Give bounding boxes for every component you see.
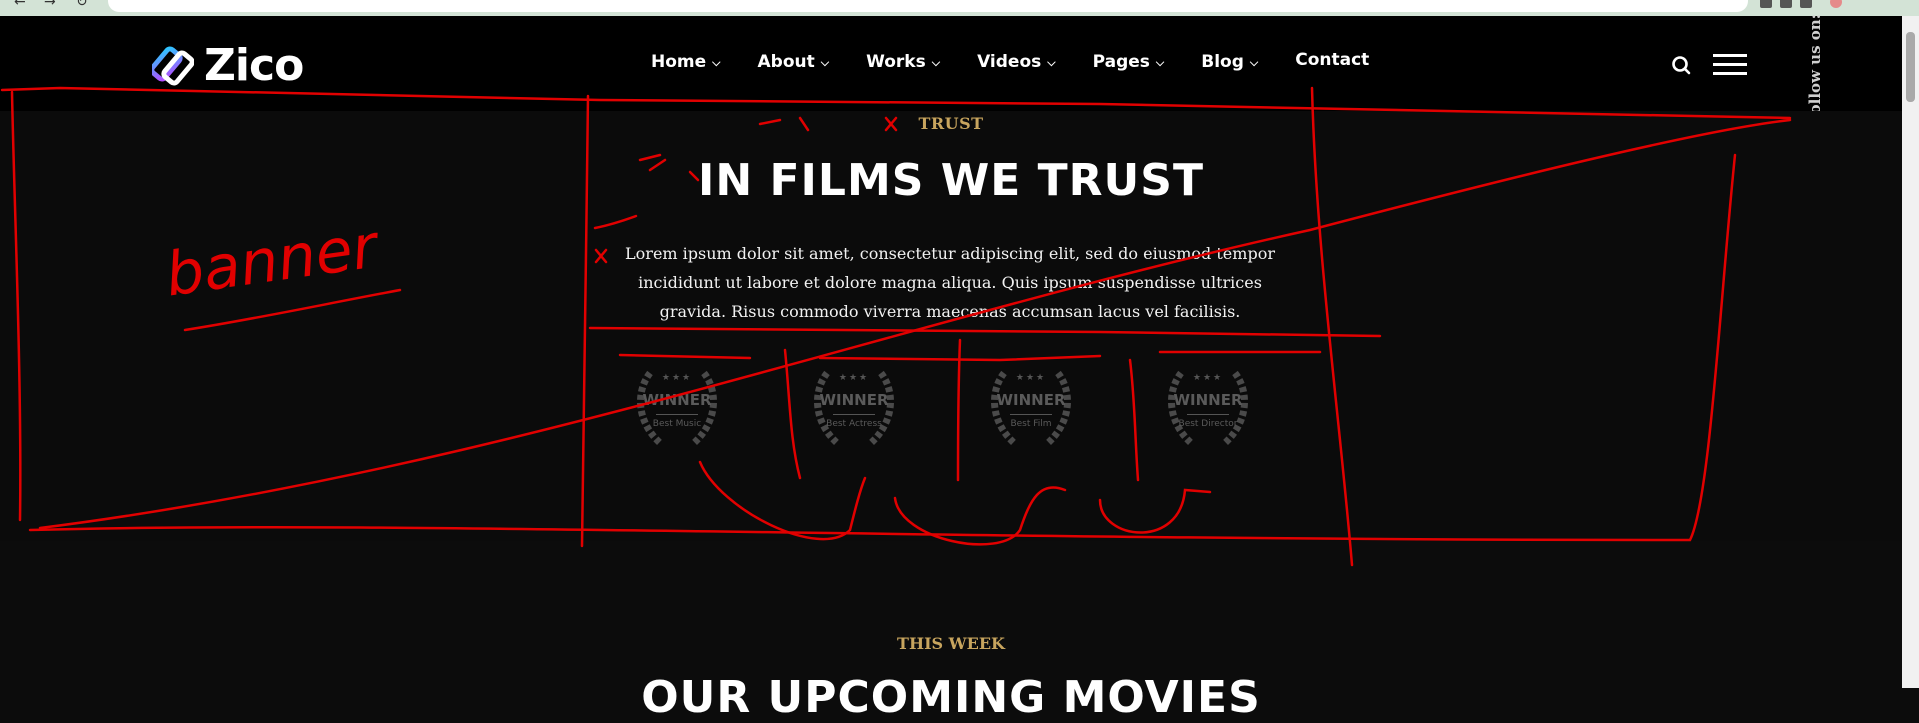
chevron-down-icon: ⌵ [712, 56, 721, 69]
divider [656, 414, 698, 415]
main-nav: Home ⌵ About ⌵ Works ⌵ Videos ⌵ Pages ⌵ Blog ⌵… [651, 50, 1406, 72]
site-header: Zico Home ⌵ About ⌵ Works ⌵ Videos ⌵ Pages ⌵ … [0, 16, 1919, 111]
award-badge: ★★★ WINNER Best Actress [807, 361, 901, 461]
extension-icon[interactable] [1760, 0, 1772, 8]
award-badge: ★★★ WINNER Best Director [1161, 361, 1255, 461]
nav-item-videos[interactable]: Videos ⌵ [977, 52, 1056, 72]
profile-avatar-icon[interactable] [1830, 0, 1842, 8]
stars-icon: ★★★ [661, 373, 693, 383]
nav-item-about[interactable]: About ⌵ [758, 52, 830, 72]
award-title: WINNER [1173, 391, 1243, 409]
award-category: Best Actress [826, 419, 882, 429]
hamburger-menu-icon[interactable] [1713, 54, 1747, 75]
stars-icon: ★★★ [1192, 373, 1224, 383]
nav-item-contact[interactable]: Contact [1295, 50, 1369, 70]
hero-title: IN FILMS WE TRUST [697, 155, 1204, 206]
award-category: Best Director [1178, 419, 1238, 429]
chevron-down-icon: ⌵ [820, 56, 830, 69]
divider [1187, 414, 1229, 415]
nav-item-home[interactable]: Home ⌵ [651, 52, 721, 72]
award-title: WINNER [819, 391, 889, 409]
award-category: Best Music [652, 419, 702, 429]
address-bar[interactable] [108, 0, 1748, 12]
logo-icon [152, 46, 194, 85]
nav-label: Contact [1295, 50, 1370, 70]
logo-text: Zico [204, 40, 304, 91]
extension-icon[interactable] [1780, 0, 1792, 8]
award-badge: ★★★ WINNER Best Film [984, 361, 1078, 461]
page-scrollbar[interactable] [1902, 16, 1919, 688]
reload-icon[interactable]: ↻ [76, 0, 88, 10]
hero-eyebrow: TRUST [918, 114, 984, 133]
nav-label: Videos [977, 52, 1042, 72]
nav-label: Blog [1201, 52, 1244, 72]
social-follow: Follow us on: [1800, 14, 1824, 124]
nav-label: About [757, 52, 815, 72]
forward-arrow-icon[interactable]: → [44, 0, 56, 10]
nav-label: Works [866, 52, 926, 72]
nav-item-blog[interactable]: Blog ⌵ [1201, 52, 1258, 72]
divider [833, 414, 875, 415]
nav-item-works[interactable]: Works ⌵ [866, 52, 940, 72]
chevron-down-icon: ⌵ [1249, 56, 1259, 69]
extension-icon[interactable] [1800, 0, 1812, 8]
site-logo[interactable]: Zico [152, 40, 304, 91]
award-badge: ★★★ WINNER Best Music [630, 361, 724, 461]
award-category: Best Film [1010, 419, 1052, 429]
award-title: WINNER [642, 391, 712, 409]
stars-icon: ★★★ [1015, 373, 1047, 383]
hero-banner: TRUST IN FILMS WE TRUST Lorem ipsum dolo… [0, 111, 1902, 541]
browser-toolbar: ← → ↻ [0, 0, 1919, 16]
awards-row: ★★★ WINNER Best Music ★★★ WINNER Best Ac… [630, 361, 1255, 461]
nav-label: Home [651, 52, 707, 72]
scrollbar-thumb[interactable] [1906, 32, 1915, 102]
chevron-down-icon: ⌵ [1155, 56, 1165, 69]
back-arrow-icon[interactable]: ← [14, 0, 26, 10]
section-title: OUR UPCOMING MOVIES [641, 672, 1261, 723]
hero-description: Lorem ipsum dolor sit amet, consectetur … [625, 244, 1275, 321]
chevron-down-icon: ⌵ [1047, 56, 1056, 69]
divider [1010, 414, 1052, 415]
search-icon[interactable] [1670, 54, 1692, 76]
nav-item-pages[interactable]: Pages ⌵ [1093, 52, 1165, 72]
chevron-down-icon: ⌵ [931, 56, 941, 69]
award-title: WINNER [996, 391, 1066, 409]
stars-icon: ★★★ [838, 373, 870, 383]
follow-label: Follow us on: [1806, 13, 1825, 125]
section-eyebrow: THIS WEEK [897, 634, 1005, 653]
nav-label: Pages [1092, 52, 1150, 72]
